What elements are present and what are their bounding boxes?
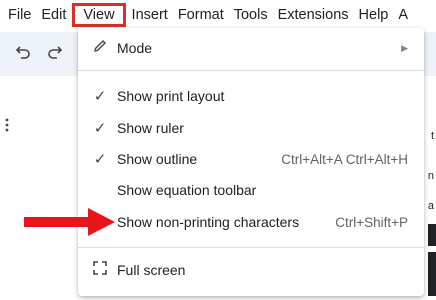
menu-item-label: Show non-printing characters [117,214,300,230]
menu-item-show-print-layout[interactable]: ✓ Show print layout [78,82,424,110]
menu-bar: File Edit View Insert Format Tools Exten… [0,0,436,30]
menu-extensions[interactable]: Extensions [273,4,354,26]
submenu-arrow-icon: ▶ [401,42,408,53]
menu-accessibility[interactable]: A [393,4,413,26]
menu-help[interactable]: Help [354,4,394,26]
menu-item-label: Full screen [117,262,186,278]
menu-insert[interactable]: Insert [127,4,173,26]
menu-item-show-ruler[interactable]: ✓ Show ruler [78,114,424,142]
keyboard-shortcut: Ctrl+Alt+A Ctrl+Alt+H [281,151,408,167]
menu-edit[interactable]: Edit [36,4,71,26]
outline-handle-icon[interactable] [5,118,9,135]
menu-tools[interactable]: Tools [229,4,273,26]
menu-item-label: Show outline [117,151,198,167]
check-icon: ✓ [93,151,107,168]
menu-item-label: Show print layout [117,88,225,104]
menu-item-label: Mode [117,40,153,56]
right-edge-block [428,224,436,246]
menu-item-show-equation-toolbar[interactable]: Show equation toolbar [78,176,424,204]
keyboard-shortcut: Ctrl+Shift+P [335,214,408,230]
right-edge-char: a [427,200,434,212]
menu-item-label: Show ruler [117,120,184,136]
menu-item-show-non-printing-characters[interactable]: Show non-printing characters Ctrl+Shift+… [78,208,424,236]
undo-icon[interactable] [14,44,32,65]
right-edge-char: t [430,130,434,142]
view-menu-dropdown: Mode ▶ ✓ Show print layout ✓ Show ruler … [78,28,424,296]
check-icon: ✓ [93,120,107,137]
menu-separator [78,247,424,248]
menu-separator [78,70,424,71]
menu-item-label: Show equation toolbar [117,182,257,198]
fullscreen-icon [91,261,109,279]
pencil-icon [91,38,109,58]
red-arrow-annotation [24,208,115,236]
check-icon: ✓ [93,88,107,105]
right-edge-char: n [427,170,434,182]
menu-item-show-outline[interactable]: ✓ Show outline Ctrl+Alt+A Ctrl+Alt+H [78,145,424,173]
right-edge-block [428,252,436,296]
right-edge-content: t n a [422,30,436,300]
menu-item-full-screen[interactable]: Full screen [78,256,424,284]
redo-icon[interactable] [46,44,64,65]
menu-view[interactable]: View [72,3,126,27]
menu-format[interactable]: Format [173,4,229,26]
menu-item-mode[interactable]: Mode ▶ [78,34,424,62]
menu-file[interactable]: File [0,4,36,26]
